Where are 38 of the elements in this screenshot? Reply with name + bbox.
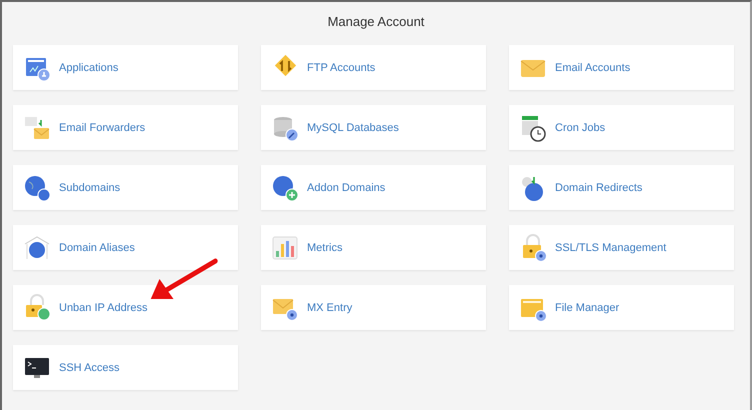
tool-label: Metrics xyxy=(307,242,342,254)
tool-label: File Manager xyxy=(555,302,620,314)
tool-label: Domain Aliases xyxy=(59,242,135,254)
tool-card[interactable]: Subdomains xyxy=(13,165,238,210)
tool-label: SSH Access xyxy=(59,362,120,374)
tool-card[interactable]: File Manager xyxy=(509,285,734,330)
tool-card[interactable]: Addon Domains xyxy=(261,165,486,210)
tool-card[interactable]: Domain Aliases xyxy=(13,225,238,270)
bar-chart-icon xyxy=(271,234,299,262)
clock-icon xyxy=(519,114,547,142)
tool-label: Unban IP Address xyxy=(59,302,148,314)
tool-label: FTP Accounts xyxy=(307,62,376,74)
tool-card[interactable]: MySQL Databases xyxy=(261,105,486,150)
tool-card[interactable]: Applications xyxy=(13,45,238,90)
tool-label: SSL/TLS Management xyxy=(555,242,666,254)
globe-icon xyxy=(23,174,51,202)
tool-card[interactable]: MX Entry xyxy=(261,285,486,330)
tool-label: Subdomains xyxy=(59,182,120,194)
tool-card[interactable]: Unban IP Address xyxy=(13,285,238,330)
tool-label: Addon Domains xyxy=(307,182,386,194)
tool-label: Email Forwarders xyxy=(59,122,146,134)
tool-label: Cron Jobs xyxy=(555,122,606,134)
tool-card[interactable]: SSH Access xyxy=(13,345,238,390)
page-title: Manage Account xyxy=(326,13,426,31)
tool-card[interactable]: Cron Jobs xyxy=(509,105,734,150)
tool-label: MX Entry xyxy=(307,302,352,314)
tool-label: Domain Redirects xyxy=(555,182,642,194)
tool-card[interactable]: Metrics xyxy=(261,225,486,270)
tool-label: Email Accounts xyxy=(555,62,630,74)
tool-card[interactable]: Email Forwarders xyxy=(13,105,238,150)
tool-card[interactable]: FTP Accounts xyxy=(261,45,486,90)
globe-house-icon xyxy=(23,234,51,262)
tool-label: Applications xyxy=(59,62,118,74)
globe-plus-icon xyxy=(271,174,299,202)
tool-label: MySQL Databases xyxy=(307,122,399,134)
tool-card[interactable]: Domain Redirects xyxy=(509,165,734,210)
tool-card[interactable]: SSL/TLS Management xyxy=(509,225,734,270)
tool-card[interactable]: Email Accounts xyxy=(509,45,734,90)
